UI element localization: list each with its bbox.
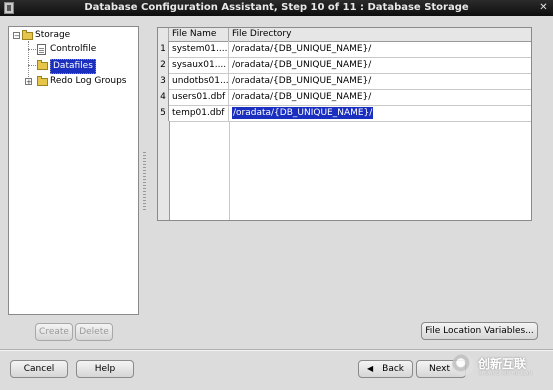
selected-text: /oradata/{DB_UNIQUE_NAME}/ <box>232 107 374 119</box>
cell-file-directory[interactable]: /oradata/{DB_UNIQUE_NAME}/ <box>229 41 531 57</box>
splitter-handle[interactable] <box>143 152 146 212</box>
tree-label-datafiles: Datafiles <box>50 59 96 74</box>
tree-node-datafiles[interactable]: Datafiles <box>37 59 127 74</box>
watermark-text: 创新互联 <box>478 357 527 371</box>
cell-file-name[interactable]: users01.dbf <box>169 89 229 105</box>
document-icon <box>37 44 46 55</box>
create-button[interactable]: Create <box>35 323 73 341</box>
tree-connector <box>28 49 36 50</box>
window-title: Database Configuration Assistant, Step 1… <box>84 2 469 13</box>
column-header-file-name[interactable]: File Name <box>169 28 229 41</box>
back-label: Back <box>382 364 404 374</box>
close-icon[interactable]: ✕ <box>537 2 550 14</box>
cell-file-directory[interactable]: /oradata/{DB_UNIQUE_NAME}/ <box>229 105 531 121</box>
delete-button[interactable]: Delete <box>75 323 113 341</box>
column-divider <box>169 121 230 220</box>
watermark-logo-icon <box>452 354 474 376</box>
cancel-button[interactable]: Cancel <box>10 360 68 378</box>
tree-label-controlfile: Controlfile <box>50 44 97 54</box>
watermark-subtext: CHUANG XIN HU LIAN <box>478 371 533 377</box>
storage-tree: − Storage Controlfile Datafiles + Redo L… <box>8 26 139 315</box>
cell-file-name[interactable]: undotbs01.... <box>169 73 229 89</box>
row-number: 5 <box>158 105 169 121</box>
row-number: 2 <box>158 57 169 73</box>
table-header: File Name File Directory <box>158 28 531 42</box>
tree-node-controlfile[interactable]: Controlfile <box>37 43 127 56</box>
datafiles-table: File Name File Directory 1 system01.... … <box>157 27 532 221</box>
column-header-file-directory[interactable]: File Directory <box>229 28 531 41</box>
tree-connector <box>28 65 36 66</box>
help-button[interactable]: Help <box>76 360 134 378</box>
title-bar: Database Configuration Assistant, Step 1… <box>0 0 553 16</box>
row-number: 4 <box>158 89 169 105</box>
tree-label-storage: Storage <box>35 30 71 40</box>
cell-file-directory[interactable]: /oradata/{DB_UNIQUE_NAME}/ <box>229 73 531 89</box>
tree-label-redo-log-groups: Redo Log Groups <box>50 76 127 86</box>
file-location-variables-button[interactable]: File Location Variables... <box>421 322 538 340</box>
table-row[interactable]: 2 sysaux01.... /oradata/{DB_UNIQUE_NAME}… <box>158 57 531 74</box>
table-row[interactable]: 4 users01.dbf /oradata/{DB_UNIQUE_NAME}/ <box>158 89 531 106</box>
table-row[interactable]: 5 temp01.dbf /oradata/{DB_UNIQUE_NAME}/ <box>158 105 531 122</box>
watermark: 创新互联 CHUANG XIN HU LIAN <box>452 346 553 390</box>
tree-node-redo-log-groups[interactable]: + Redo Log Groups <box>25 75 140 88</box>
cell-file-directory[interactable]: /oradata/{DB_UNIQUE_NAME}/ <box>229 57 531 73</box>
table-row[interactable]: 1 system01.... /oradata/{DB_UNIQUE_NAME}… <box>158 41 531 58</box>
collapse-icon[interactable]: − <box>13 32 20 40</box>
expand-icon[interactable]: + <box>25 78 32 86</box>
folder-icon <box>37 60 48 70</box>
back-button[interactable]: ◀ Back <box>358 360 413 378</box>
row-number: 1 <box>158 41 169 57</box>
row-number-header <box>158 28 169 41</box>
cell-file-name[interactable]: temp01.dbf <box>169 105 229 121</box>
row-number: 3 <box>158 73 169 89</box>
back-arrow-icon: ◀ <box>367 364 374 373</box>
cell-file-name[interactable]: system01.... <box>169 41 229 57</box>
table-row[interactable]: 3 undotbs01.... /oradata/{DB_UNIQUE_NAME… <box>158 73 531 90</box>
folder-icon <box>22 30 33 40</box>
tree-node-storage[interactable]: − Storage <box>11 29 131 42</box>
app-icon <box>4 2 14 14</box>
cell-file-name[interactable]: sysaux01.... <box>169 57 229 73</box>
folder-icon <box>37 76 48 86</box>
cell-file-directory[interactable]: /oradata/{DB_UNIQUE_NAME}/ <box>229 89 531 105</box>
